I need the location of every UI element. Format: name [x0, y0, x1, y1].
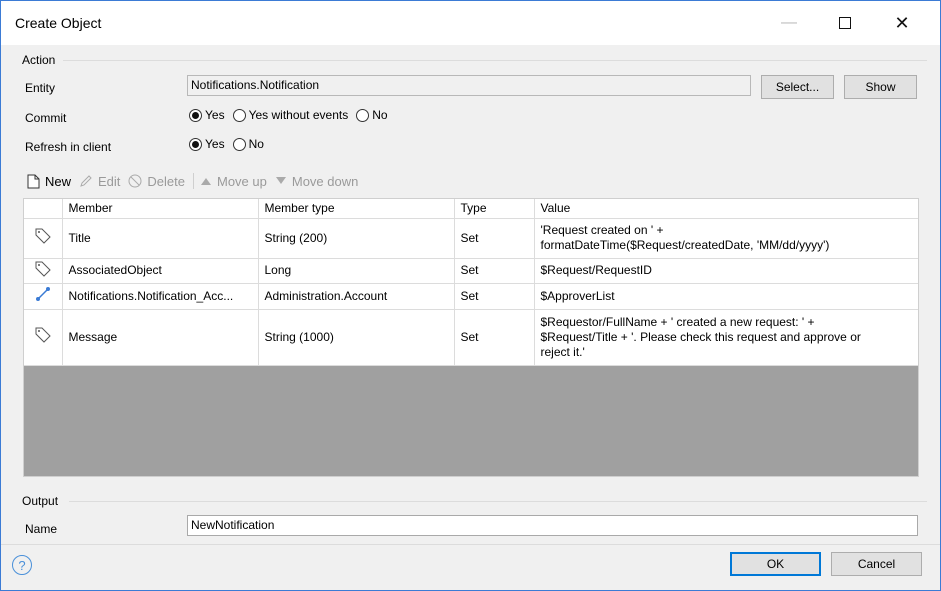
type-cell: Set	[454, 218, 535, 259]
member-cell: Message	[62, 309, 259, 366]
refresh-no-label: No	[248, 137, 264, 151]
move-up-label: Move up	[217, 173, 267, 189]
type-cell: Set	[454, 258, 535, 284]
delete-member-label: Delete	[147, 173, 185, 189]
select-entity-button[interactable]: Select...	[761, 75, 834, 99]
edit-member-button[interactable]: Edit	[79, 174, 120, 189]
output-name-label: Name	[25, 522, 58, 536]
commit-yes-radio[interactable]	[189, 108, 202, 122]
member-cell: Notifications.Notification_Acc...	[62, 283, 259, 310]
move-up-button[interactable]: Move up	[200, 174, 267, 189]
refresh-yes-label: Yes	[205, 137, 225, 151]
create-object-dialog: Create Object — ✕ Action Entity Notifica…	[0, 0, 941, 591]
commit-no-label: No	[372, 108, 388, 122]
value-cell: $ApproverList	[534, 283, 918, 310]
move-down-button[interactable]: Move down	[275, 174, 358, 189]
refresh-radio-group: Yes No	[187, 137, 266, 151]
member-column-header[interactable]: Member	[62, 199, 259, 219]
row-icon-cell	[24, 309, 63, 366]
entity-label: Entity	[25, 81, 56, 95]
output-section-label: Output	[22, 494, 59, 508]
commit-yes-without-events-radio[interactable]	[232, 108, 246, 122]
type-column-header[interactable]: Type	[454, 199, 535, 219]
table-row[interactable]: Message String (1000) Set $Requestor/Ful…	[24, 309, 918, 366]
cancel-button[interactable]: Cancel	[831, 552, 922, 576]
member-cell: AssociatedObject	[62, 258, 259, 284]
dialog-title: Create Object	[15, 15, 102, 31]
help-button[interactable]: ?	[12, 555, 32, 575]
members-header-row: Member Member type Type Value	[24, 199, 918, 219]
members-toolbar: New Edit Delete Move up Move down	[27, 173, 366, 189]
type-cell: Set	[454, 283, 535, 310]
action-group-divider	[63, 60, 927, 61]
commit-no-option[interactable]: No	[354, 108, 388, 122]
action-section-label: Action	[22, 53, 56, 67]
commit-yes-without-events-label: Yes without events	[248, 108, 349, 122]
icon-column-header	[24, 199, 63, 219]
row-icon-cell	[24, 218, 63, 259]
refresh-no-option[interactable]: No	[231, 137, 264, 151]
triangle-down-icon	[275, 177, 286, 184]
commit-label: Commit	[25, 111, 67, 125]
entity-field[interactable]: Notifications.Notification	[187, 75, 751, 96]
refresh-no-radio[interactable]	[232, 137, 246, 151]
move-down-label: Move down	[291, 173, 359, 189]
title-bar: Create Object — ✕	[1, 1, 940, 45]
minimize-button[interactable]: —	[766, 1, 812, 45]
new-member-label: New	[45, 173, 72, 189]
commit-yes-option[interactable]: Yes	[187, 108, 225, 122]
delete-member-button[interactable]: Delete	[128, 174, 185, 189]
attribute-tag-icon	[35, 327, 51, 343]
commit-yes-label: Yes	[205, 108, 225, 122]
triangle-up-icon	[201, 178, 211, 185]
value-cell: 'Request created on ' + formatDateTime($…	[534, 218, 918, 259]
type-cell: Set	[454, 309, 535, 366]
attribute-tag-icon	[35, 228, 51, 244]
refresh-in-client-label: Refresh in client	[25, 140, 112, 154]
new-member-button[interactable]: New	[27, 174, 71, 189]
output-group-divider	[69, 501, 927, 502]
association-icon	[35, 287, 50, 301]
value-cell: $Request/RequestID	[534, 258, 918, 284]
refresh-yes-option[interactable]: Yes	[187, 137, 225, 151]
refresh-yes-radio[interactable]	[189, 137, 202, 151]
members-table: Member Member type Type Value Title Stri	[24, 199, 918, 366]
ok-button[interactable]: OK	[730, 552, 821, 576]
member-type-cell: Long	[258, 258, 455, 284]
row-icon-cell	[24, 283, 63, 310]
pencil-icon	[80, 175, 92, 187]
toolbar-separator	[193, 173, 194, 189]
commit-radio-group: Yes Yes without events No	[187, 108, 390, 122]
prohibited-icon	[128, 174, 142, 188]
member-type-cell: String (200)	[258, 218, 455, 259]
table-row[interactable]: Title String (200) Set 'Request created …	[24, 218, 918, 259]
value-column-header[interactable]: Value	[534, 199, 918, 219]
show-entity-button[interactable]: Show	[844, 75, 917, 99]
close-button[interactable]: ✕	[879, 1, 925, 45]
members-grid[interactable]: Member Member type Type Value Title Stri	[23, 198, 919, 477]
member-type-cell: String (1000)	[258, 309, 455, 366]
output-name-input[interactable]: NewNotification	[187, 515, 918, 536]
maximize-button[interactable]	[822, 1, 868, 45]
attribute-tag-icon	[35, 261, 51, 277]
edit-member-label: Edit	[98, 173, 121, 189]
footer-divider	[1, 544, 940, 545]
commit-yes-without-events-option[interactable]: Yes without events	[231, 108, 349, 122]
value-cell: $Requestor/FullName + ' created a new re…	[534, 309, 918, 366]
member-type-column-header[interactable]: Member type	[258, 199, 455, 219]
table-row[interactable]: Notifications.Notification_Acc... Admini…	[24, 283, 918, 310]
commit-no-radio[interactable]	[356, 108, 370, 122]
row-icon-cell	[24, 258, 63, 284]
member-type-cell: Administration.Account	[258, 283, 455, 310]
member-cell: Title	[62, 218, 259, 259]
maximize-icon	[839, 17, 851, 29]
new-document-icon	[27, 174, 40, 188]
table-row[interactable]: AssociatedObject Long Set $Request/Reque…	[24, 258, 918, 284]
